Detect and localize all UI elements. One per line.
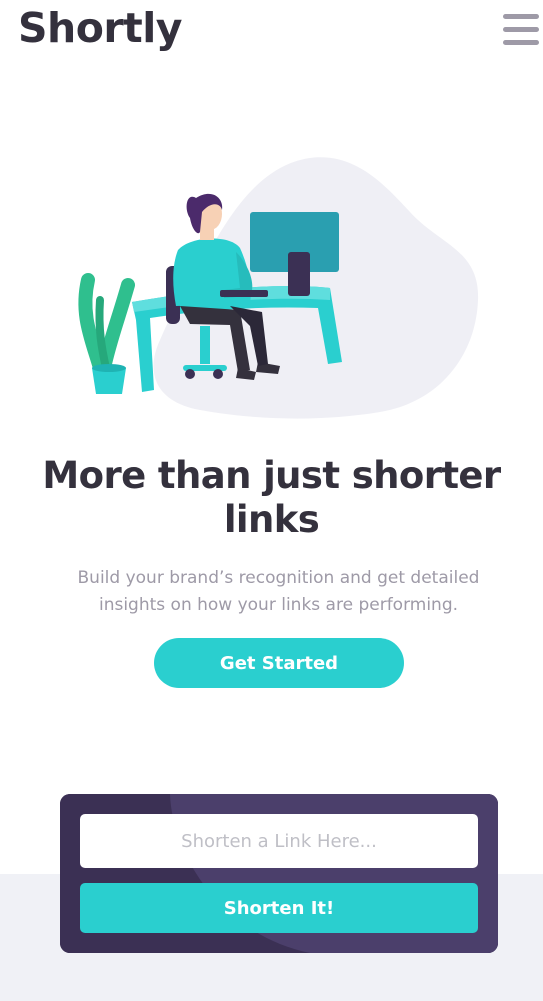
keyboard (220, 290, 268, 297)
plant-leaf (97, 278, 135, 375)
monitor-stand (288, 252, 310, 296)
link-input[interactable] (80, 814, 478, 868)
brand-logo[interactable]: Shortly (18, 4, 182, 52)
hero-subtext: Build your brand’s recognition and get d… (77, 568, 480, 615)
hamburger-menu-icon[interactable] (503, 14, 539, 46)
site-header: Shortly (0, 0, 543, 60)
hamburger-bar (503, 40, 539, 45)
chair-wheel (213, 369, 223, 379)
hamburger-bar (503, 14, 539, 19)
get-started-button[interactable]: Get Started (154, 638, 404, 688)
hero-illustration (0, 140, 543, 430)
chair-wheel (185, 369, 195, 379)
plant-leaf (95, 296, 110, 372)
hero-headline: More than just shorter links (42, 454, 501, 541)
hamburger-bar (503, 27, 539, 32)
plant-pot-rim (92, 364, 126, 372)
shorten-form-card: Shorten It! (60, 794, 498, 953)
chair-pole (200, 326, 210, 364)
shorten-it-button[interactable]: Shorten It! (80, 883, 478, 933)
person-working-at-desk-illustration (78, 157, 479, 419)
